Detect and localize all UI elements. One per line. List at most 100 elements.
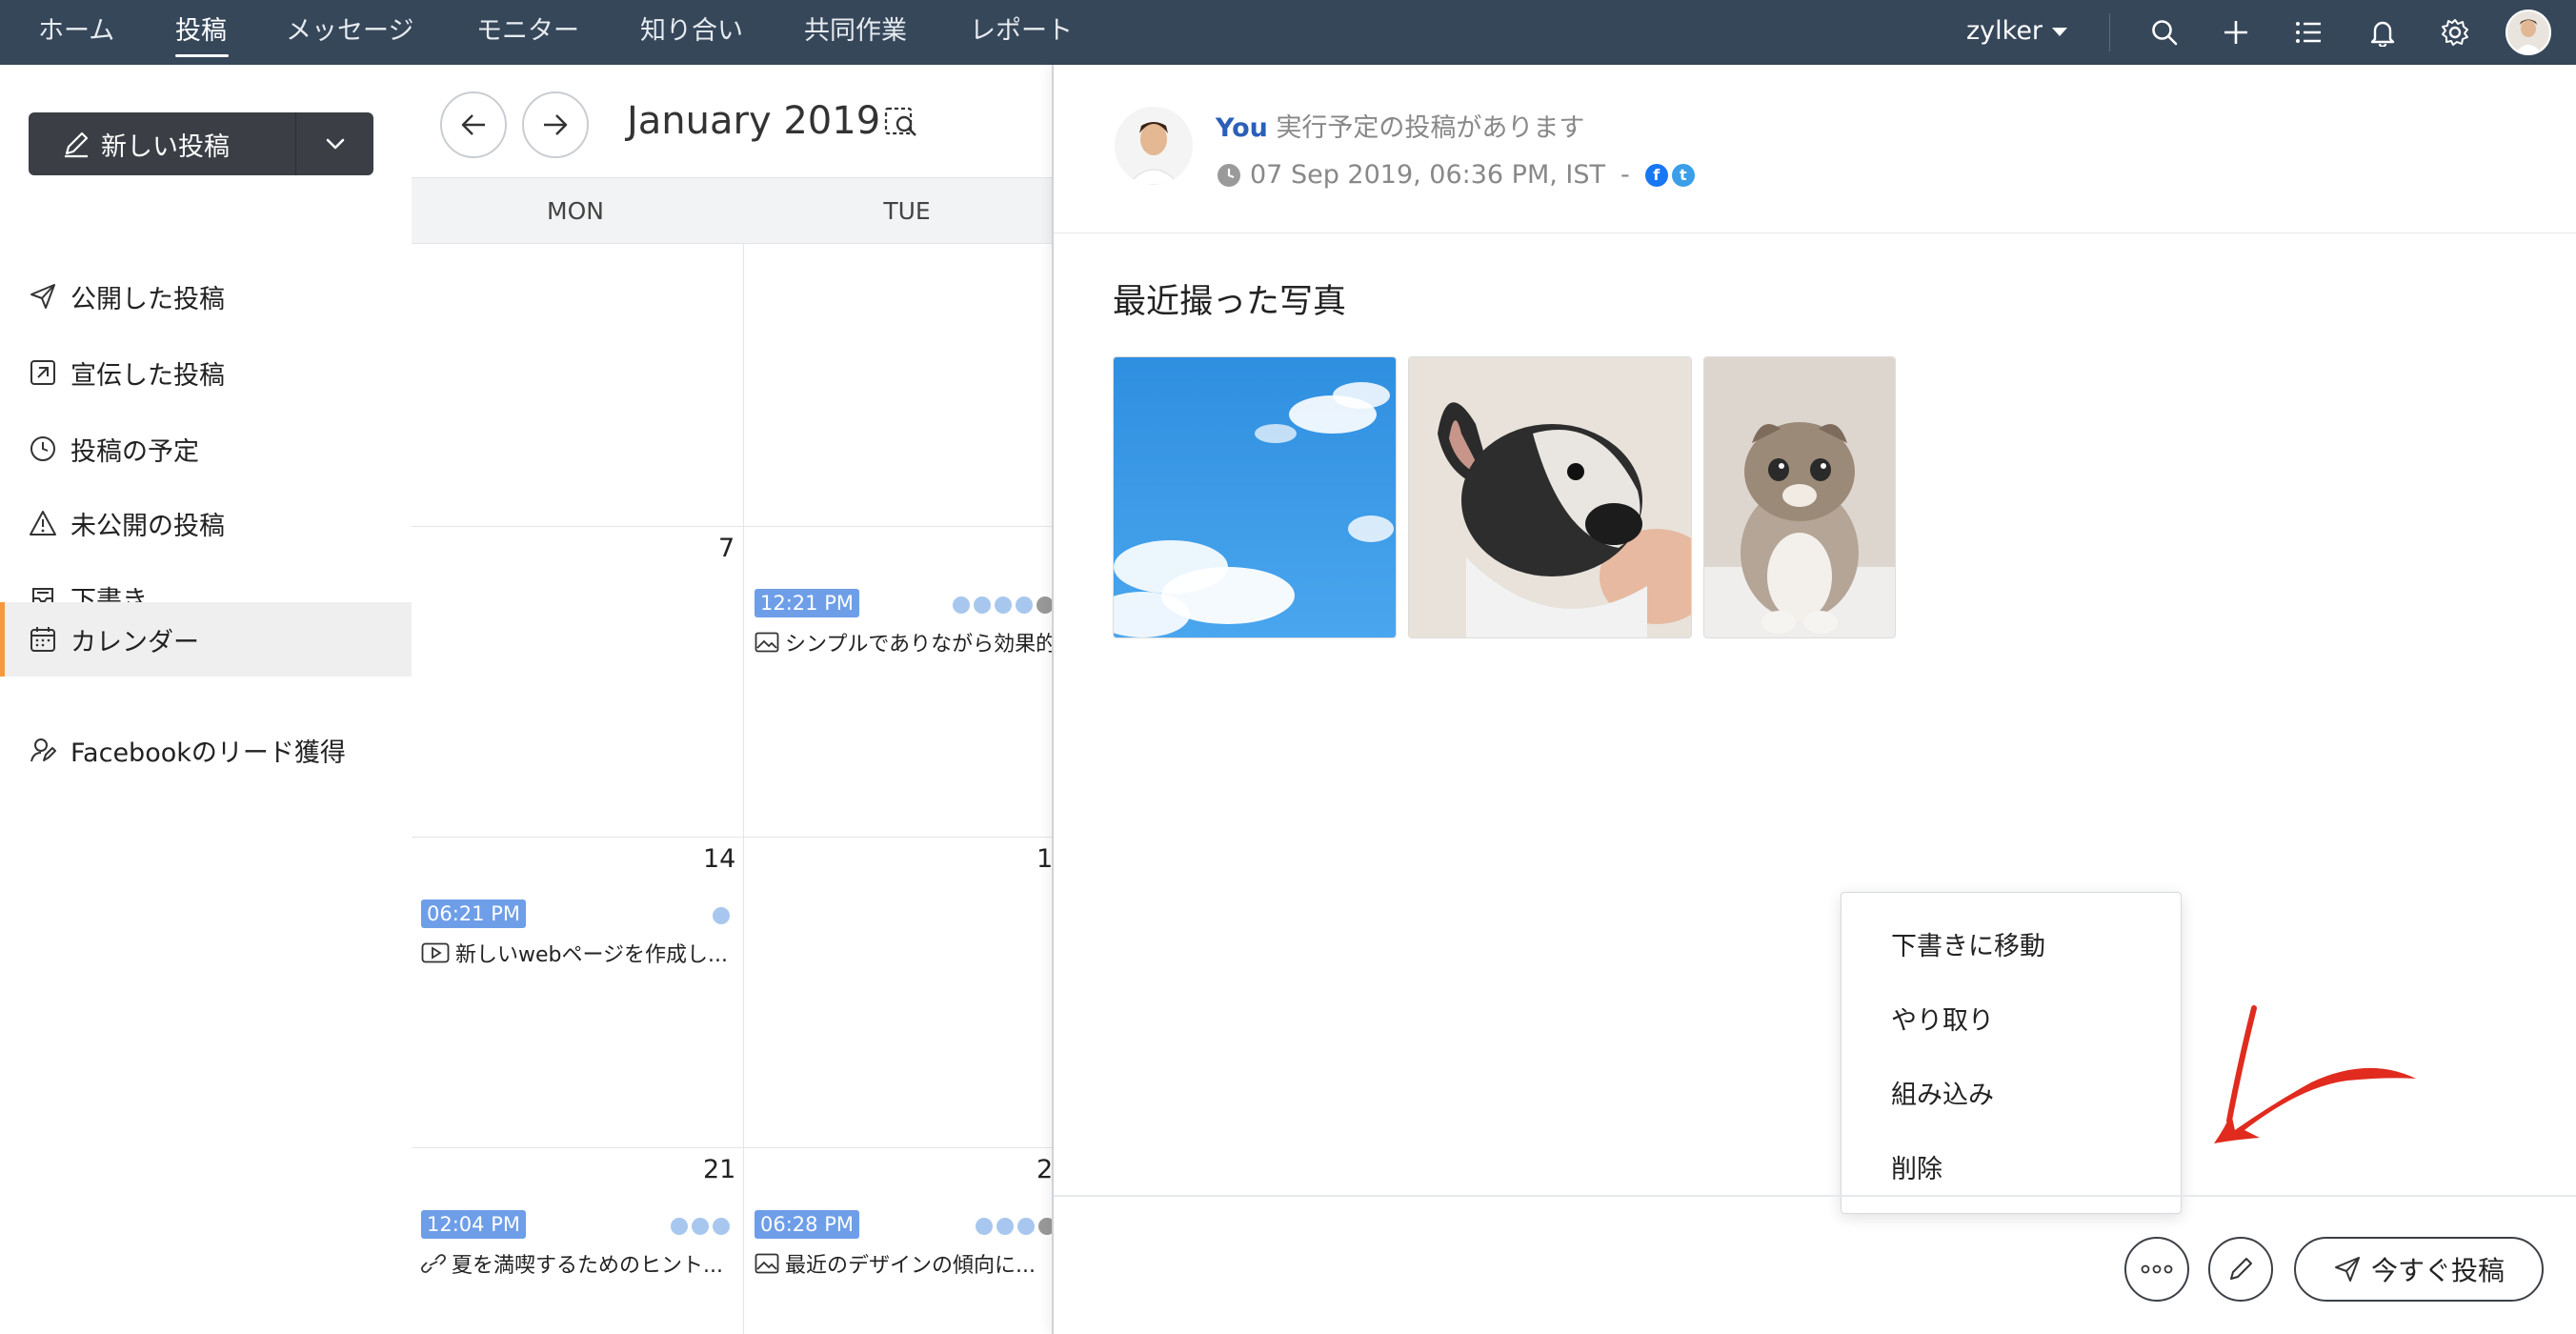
arrow-right-icon — [544, 114, 568, 135]
calendar-row-divider — [412, 526, 1052, 527]
post-title: 夏を満喫するためのヒント... — [452, 1254, 723, 1278]
post-status-text: 実行予定の投稿があります — [1276, 113, 1585, 143]
facebook-icon — [953, 596, 970, 614]
post-datetime: 07 Sep 2019, 06:36 PM, IST — [1250, 160, 1606, 190]
lead-icon — [30, 738, 56, 762]
post-title: 新しいwebページを作成し... — [455, 943, 729, 967]
toolbar-divider — [2109, 13, 2110, 51]
post-meta: 07 Sep 2019, 06:36 PM, IST - f t — [1216, 160, 1699, 190]
calendar-title: January 2019 — [627, 99, 881, 143]
edit-post-button[interactable] — [2208, 1237, 2273, 1302]
post-now-label: 今すぐ投稿 — [2370, 1255, 2505, 1286]
cat-photo[interactable] — [1703, 356, 1896, 638]
bell-icon[interactable] — [2364, 13, 2402, 51]
youtube-icon — [1038, 1218, 1052, 1235]
sidebar-item-promoted[interactable]: 宣伝した投稿 — [0, 335, 412, 410]
more-options-button[interactable] — [2124, 1237, 2189, 1302]
nav-collaboration[interactable]: 共同作業 — [804, 0, 907, 65]
image-icon — [755, 1253, 779, 1274]
send-icon — [30, 284, 55, 309]
nav-home[interactable]: ホーム — [38, 0, 114, 65]
sidebar-item-label: Facebookのリード獲得 — [70, 738, 346, 768]
search-icon[interactable] — [2145, 13, 2184, 51]
user-avatar[interactable] — [2506, 10, 2551, 55]
post-now-button[interactable]: 今すぐ投稿 — [2294, 1237, 2544, 1302]
sidebar-item-label: 公開した投稿 — [70, 284, 225, 314]
calendar-post[interactable]: 夏を満喫するためのヒント... — [421, 1248, 723, 1279]
sidebar-item-facebook-leads[interactable]: Facebookのリード獲得 — [0, 713, 412, 787]
footer-divider — [1054, 1195, 2576, 1197]
sidebar-item-published[interactable]: 公開した投稿 — [0, 259, 412, 334]
pencil-icon — [2230, 1258, 2252, 1280]
arrow-left-icon — [461, 114, 485, 135]
network-icons — [671, 1218, 730, 1235]
post-title: 最近のデザインの傾向に... — [785, 1254, 1036, 1278]
day-number: 1 — [1036, 844, 1052, 874]
twitter-icon — [996, 1218, 1014, 1235]
facebook-icon: f — [1644, 163, 1668, 187]
sidebar-item-label: 宣伝した投稿 — [70, 360, 225, 391]
menu-item-move-to-drafts[interactable]: 下書きに移動 — [1841, 910, 2181, 984]
ellipsis-icon — [2141, 1264, 2173, 1274]
next-month-button[interactable] — [522, 91, 589, 158]
twitter-icon — [713, 907, 730, 924]
calendar-post[interactable]: シンプルでありながら効果的... — [755, 627, 1052, 657]
network-icons — [713, 907, 730, 924]
brand-switcher[interactable]: zylker — [1966, 0, 2068, 65]
plus-icon[interactable] — [2217, 13, 2255, 51]
calendar-view: January 2019 MON TUE 7 12:21 PM シンプルでありな… — [412, 65, 1052, 1334]
menu-item-interactions[interactable]: やり取り — [1841, 984, 2181, 1059]
linkedin-icon — [995, 596, 1012, 614]
new-post-dropdown-button[interactable] — [295, 112, 373, 175]
menu-item-embed[interactable]: 組み込み — [1841, 1059, 2181, 1133]
nav-connections[interactable]: 知り合い — [640, 0, 743, 65]
send-icon — [2334, 1257, 2360, 1282]
day-number: 2 — [1036, 1155, 1052, 1184]
facebook-icon — [976, 1218, 993, 1235]
instagram-icon — [1016, 596, 1033, 614]
video-icon — [421, 942, 450, 963]
network-icons — [976, 1218, 1052, 1235]
sky-photo[interactable] — [1113, 356, 1397, 638]
nav-reports[interactable]: レポート — [970, 0, 1073, 65]
post-author-line: You 実行予定の投稿があります — [1216, 107, 1584, 144]
warning-icon — [30, 511, 56, 536]
author-name[interactable]: You — [1216, 113, 1268, 143]
post-title: シンプルでありながら効果的... — [785, 633, 1052, 657]
facebook-icon — [671, 1218, 688, 1235]
weekday-mon: MON — [547, 197, 604, 225]
sidebar-item-unpublished[interactable]: 未公開の投稿 — [0, 486, 412, 560]
instagram-icon — [713, 1218, 730, 1235]
weekday-tue: TUE — [883, 197, 931, 225]
pencil-icon — [65, 131, 89, 158]
gear-icon[interactable] — [2436, 13, 2474, 51]
post-time-badge[interactable]: 12:21 PM — [755, 589, 859, 617]
sidebar-item-calendar[interactable]: カレンダー — [0, 602, 412, 677]
post-time-badge[interactable]: 06:28 PM — [755, 1210, 859, 1239]
chevron-down-icon — [326, 138, 344, 150]
instagram-icon — [1017, 1218, 1035, 1235]
post-time-badge[interactable]: 06:21 PM — [421, 899, 526, 928]
nav-monitor[interactable]: モニター — [476, 0, 579, 65]
calendar-weekday-header: MON TUE — [412, 177, 1052, 244]
dog-photo[interactable] — [1408, 356, 1692, 638]
sidebar: 新しい投稿 公開した投稿 宣伝した投稿 投稿の予定 未公開の投稿 下書き カレン… — [0, 65, 412, 1334]
new-post-button[interactable]: 新しい投稿 — [29, 112, 295, 175]
brand-name: zylker — [1966, 16, 2043, 46]
link-icon — [421, 1254, 446, 1273]
sidebar-item-label: 未公開の投稿 — [70, 511, 225, 541]
day-number: 14 — [703, 844, 736, 874]
nav-active-indicator — [175, 54, 229, 57]
calendar-post[interactable]: 最近のデザインの傾向に... — [755, 1248, 1036, 1279]
calendar-row-divider — [412, 837, 1052, 838]
calendar-post[interactable]: 新しいwebページを作成し... — [421, 938, 728, 968]
sidebar-item-scheduled[interactable]: 投稿の予定 — [0, 412, 412, 486]
list-icon[interactable] — [2289, 13, 2327, 51]
calendar-search-icon[interactable] — [882, 103, 920, 145]
clock-icon — [1218, 163, 1240, 187]
more-actions-menu: 下書きに移動 やり取り 組み込み 削除 — [1841, 892, 2182, 1214]
previous-month-button[interactable] — [440, 91, 507, 158]
post-time-badge[interactable]: 12:04 PM — [421, 1210, 526, 1239]
twitter-icon — [692, 1218, 709, 1235]
nav-messages[interactable]: メッセージ — [286, 0, 413, 65]
